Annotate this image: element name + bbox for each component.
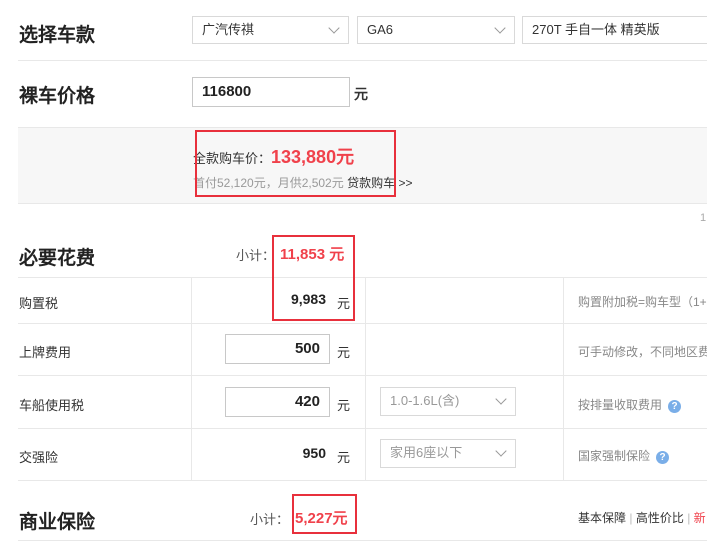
divider <box>18 428 707 429</box>
vehicle-tax-note: 按排量收取费用? <box>578 396 682 413</box>
purchase-tax-label: 购置税 <box>19 296 59 311</box>
select-model-title: 选择车款 <box>19 25 96 46</box>
column-divider <box>191 277 192 480</box>
annotation-box <box>272 235 355 321</box>
tab-basic-coverage[interactable]: 基本保障 <box>578 511 626 525</box>
tab-separator: | <box>629 511 633 525</box>
brand-select-value: 广汽传祺 <box>202 22 255 37</box>
plate-fee-label: 上牌费用 <box>19 345 72 360</box>
tab-best-value[interactable]: 高性价比 <box>636 511 684 525</box>
trim-select[interactable]: 270T 手自一体 精英版 <box>522 16 707 44</box>
compulsory-insurance-note-text: 国家强制保险 <box>578 449 651 463</box>
bare-price-unit: 元 <box>354 86 368 102</box>
divider <box>18 60 707 61</box>
commercial-subtotal-label: 小计： <box>250 512 290 527</box>
chevron-down-icon <box>328 22 340 34</box>
engine-size-select[interactable]: 1.0-1.6L(含) <box>380 387 516 416</box>
divider <box>18 277 707 278</box>
engine-size-select-value: 1.0-1.6L(含) <box>390 393 460 408</box>
question-circle-icon[interactable]: ? <box>668 400 682 413</box>
brand-select[interactable]: 广汽传祺 <box>192 16 349 44</box>
series-select-value: GA6 <box>367 22 394 37</box>
purchase-tax-note: 购置附加税=购车型（1+ <box>578 295 707 309</box>
bare-price-input[interactable]: 116800 <box>192 77 350 107</box>
annotation-box <box>292 494 357 534</box>
column-divider <box>563 277 564 480</box>
compulsory-insurance-note: 国家强制保险? <box>578 447 670 464</box>
loan-arrow[interactable]: >> <box>398 176 412 190</box>
divider <box>18 480 707 481</box>
plate-fee-unit: 元 <box>337 345 351 360</box>
chevron-down-icon <box>495 445 507 457</box>
required-subtotal-label: 小计： <box>236 248 276 263</box>
compulsory-insurance-label: 交强险 <box>19 450 59 465</box>
required-fees-title: 必要花费 <box>19 248 96 269</box>
series-select[interactable]: GA6 <box>357 16 515 44</box>
vehicle-tax-input[interactable]: 420 <box>225 387 330 417</box>
plate-fee-input[interactable]: 500 <box>225 334 330 364</box>
vehicle-tax-unit: 元 <box>337 398 351 413</box>
plate-fee-note: 可手动修改，不同地区费 <box>578 345 707 359</box>
column-divider <box>365 277 366 480</box>
commercial-insurance-title: 商业保险 <box>19 512 96 533</box>
trim-select-value: 270T 手自一体 精英版 <box>532 22 660 37</box>
divider <box>18 323 707 324</box>
bare-price-title: 裸车价格 <box>19 86 96 107</box>
scroll-hint: 1 <box>700 212 707 224</box>
tab-separator: | <box>687 511 691 525</box>
insurance-plan-tabs: 基本保障 | 高性价比 | 新 <box>578 509 706 526</box>
divider <box>18 375 707 376</box>
compulsory-insurance-value: 950 <box>302 445 326 461</box>
annotation-box <box>195 130 396 197</box>
seat-count-select-value: 家用6座以下 <box>390 445 463 460</box>
compulsory-insurance-unit: 元 <box>337 450 351 465</box>
vehicle-tax-note-text: 按排量收取费用 <box>578 398 663 412</box>
tab-new[interactable]: 新 <box>694 511 706 525</box>
chevron-down-icon <box>494 22 506 34</box>
chevron-down-icon <box>495 393 507 405</box>
seat-count-select[interactable]: 家用6座以下 <box>380 439 516 468</box>
vehicle-tax-label: 车船使用税 <box>19 398 85 413</box>
question-circle-icon[interactable]: ? <box>656 451 670 464</box>
